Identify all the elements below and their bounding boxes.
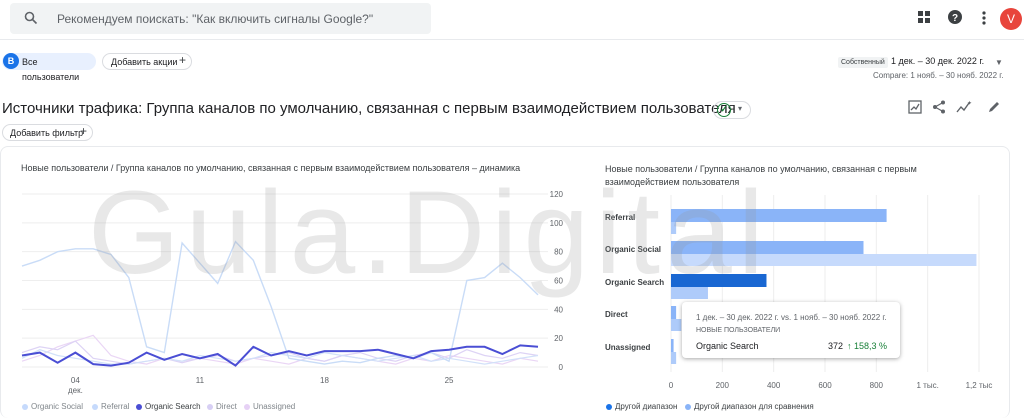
bar-compare bbox=[671, 352, 677, 364]
share-icon[interactable] bbox=[932, 100, 946, 119]
svg-text:✦: ✦ bbox=[967, 100, 972, 107]
report-status-dropdown[interactable]: ✓ ▾ bbox=[713, 101, 751, 119]
line-legend-unassigned[interactable]: Unassigned bbox=[244, 402, 295, 411]
segment-label: Все пользователи bbox=[22, 57, 80, 82]
x-tick-label: 04 bbox=[71, 376, 80, 385]
tooltip-change: ↑ 158,3 % bbox=[847, 341, 888, 351]
legend-dot bbox=[92, 403, 98, 410]
category-label: Organic Social bbox=[605, 245, 661, 254]
plus-icon: + bbox=[179, 53, 187, 67]
bar-current bbox=[671, 306, 677, 319]
y-tick-label: 100 bbox=[550, 219, 564, 228]
y-tick-label: 40 bbox=[554, 305, 563, 314]
x-tick-label: 18 bbox=[320, 376, 329, 385]
x-tick-label: 800 bbox=[870, 381, 884, 390]
search-placeholder: Рекомендуем поискать: "Как включить сигн… bbox=[57, 12, 374, 26]
page-title: Источники трафика: Группа каналов по умо… bbox=[2, 100, 736, 117]
search-box[interactable]: Рекомендуем поискать: "Как включить сигн… bbox=[10, 3, 431, 34]
bar-compare bbox=[671, 287, 708, 299]
y-tick-label: 0 bbox=[559, 363, 564, 372]
segment-badge: B bbox=[3, 53, 19, 69]
add-action-button[interactable]: Добавить акции + bbox=[102, 53, 192, 70]
x-tick-label: дек. bbox=[68, 386, 83, 395]
category-label: Direct bbox=[605, 310, 628, 319]
help-icon[interactable]: ? bbox=[947, 9, 963, 30]
y-tick-label: 80 bbox=[554, 248, 563, 257]
check-circle-icon: ✓ bbox=[717, 103, 731, 117]
pencil-icon[interactable] bbox=[987, 100, 1001, 119]
x-tick-label: 25 bbox=[445, 376, 454, 385]
line-chart: 120 100 80 60 40 20 0 04дек. 11 18 25 bbox=[21, 190, 564, 395]
bar-current bbox=[671, 209, 887, 222]
add-filter-button[interactable]: Добавить фильтр + bbox=[2, 124, 93, 141]
y-tick-label: 20 bbox=[554, 334, 563, 343]
x-tick-label: 1 тыс. bbox=[917, 381, 939, 390]
apps-grid-icon[interactable] bbox=[917, 10, 931, 29]
x-tick-label: 600 bbox=[818, 381, 832, 390]
plus-icon: + bbox=[80, 124, 88, 138]
date-compare: Compare: 1 нояб. – 30 нояб. 2022 г. bbox=[873, 71, 1004, 80]
add-action-label: Добавить акции bbox=[111, 57, 178, 67]
caret-down-icon: ▾ bbox=[738, 104, 743, 113]
x-tick-label: 0 bbox=[669, 381, 674, 390]
svg-text:?: ? bbox=[952, 13, 958, 24]
date-range-type[interactable]: Собственный bbox=[838, 57, 888, 68]
category-label: Unassigned bbox=[605, 343, 650, 352]
bar-chart: 0 200 400 600 800 1 тыс. 1,2 тыс Referral Organi… bbox=[605, 195, 993, 390]
legend-dot bbox=[606, 403, 612, 410]
bar-chart-title: Новые пользователи / Группа каналов по у… bbox=[605, 164, 917, 187]
x-tick-label: 11 bbox=[196, 376, 205, 385]
tooltip-channel: Organic Search bbox=[696, 341, 759, 351]
insights-icon[interactable]: ✦ bbox=[956, 100, 972, 119]
tooltip-value: 372 bbox=[828, 341, 844, 351]
series-line-referral bbox=[21, 240, 539, 365]
bar-compare bbox=[671, 222, 677, 234]
top-bar: Рекомендуем поискать: "Как включить сигн… bbox=[0, 0, 1024, 40]
x-tick-label: 400 bbox=[767, 381, 781, 390]
legend-dot bbox=[244, 403, 250, 410]
bar-compare bbox=[671, 319, 682, 331]
legend-dot bbox=[136, 403, 142, 410]
bar-legend-compare[interactable]: Другой диапазон для сравнения bbox=[685, 402, 814, 411]
category-label: Organic Search bbox=[605, 278, 664, 287]
bar-legend-current[interactable]: Другой диапазон bbox=[606, 402, 677, 411]
legend-dot bbox=[207, 403, 213, 410]
search-icon bbox=[24, 11, 38, 30]
tooltip-range: 1 дек. – 30 дек. 2022 г. vs. 1 нояб. – 3… bbox=[696, 313, 887, 322]
add-filter-label: Добавить фильтр bbox=[10, 128, 84, 138]
bar-current bbox=[671, 339, 674, 352]
edit-report-icon[interactable] bbox=[908, 100, 922, 119]
line-legend-referral[interactable]: Referral bbox=[92, 402, 129, 411]
tooltip-metric: НОВЫЕ ПОЛЬЗОВАТЕЛИ bbox=[696, 327, 781, 334]
date-range[interactable]: 1 дек. – 30 дек. 2022 г. bbox=[891, 56, 984, 66]
segment-all-users-chip[interactable]: B Все пользователи bbox=[2, 53, 96, 82]
legend-dot bbox=[685, 403, 691, 410]
more-vert-icon[interactable] bbox=[981, 10, 987, 31]
line-chart-title: Новые пользователи / Группа каналов по у… bbox=[21, 163, 521, 173]
tooltip: 1 дек. – 30 дек. 2022 г. vs. 1 нояб. – 3… bbox=[682, 302, 900, 358]
bar-current bbox=[671, 241, 864, 254]
avatar[interactable]: V bbox=[1000, 8, 1022, 30]
bar-current bbox=[671, 274, 767, 287]
bar-compare bbox=[671, 254, 977, 266]
line-legend-direct[interactable]: Direct bbox=[207, 402, 237, 411]
x-tick-label: 1,2 тыс bbox=[966, 381, 993, 390]
y-tick-label: 60 bbox=[554, 277, 563, 286]
y-tick-label: 120 bbox=[550, 190, 564, 199]
line-legend-organic-social[interactable]: Organic Social bbox=[22, 402, 83, 411]
chevron-down-icon[interactable]: ▼ bbox=[995, 58, 1003, 67]
x-tick-label: 200 bbox=[716, 381, 730, 390]
legend-dot bbox=[22, 403, 28, 410]
line-legend-organic-search[interactable]: Organic Search bbox=[136, 402, 201, 411]
category-label: Referral bbox=[605, 213, 635, 222]
